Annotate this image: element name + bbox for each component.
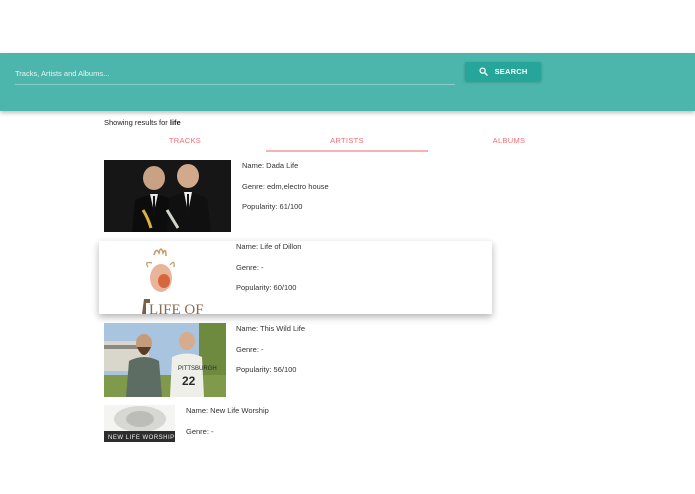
artist-info: Name: Dada Life Genre: edm,electro house… (242, 161, 329, 223)
artist-genre: Genre: - (236, 344, 264, 354)
search-button[interactable]: SEARCH (465, 62, 541, 81)
results-prefix: Showing results for (104, 118, 170, 127)
svg-text:22: 22 (182, 374, 196, 388)
artist-card[interactable]: NEW LIFE WORSHIP Name: New Life Worship … (104, 405, 504, 442)
tab-artists[interactable]: ARTISTS (266, 132, 428, 152)
artist-card[interactable]: Name: Dada Life Genre: edm,electro house… (104, 160, 504, 232)
results-summary: Showing results for life (104, 118, 181, 127)
svg-text:PITTSBURGH: PITTSBURGH (178, 366, 217, 372)
search-button-label: SEARCH (494, 67, 528, 76)
artist-image (104, 160, 231, 232)
artist-image: LIFE OF (104, 241, 227, 314)
results-tabs: TRACKS ARTISTS ALBUMS (104, 132, 590, 152)
svg-text:NEW LIFE WORSHIP: NEW LIFE WORSHIP (108, 435, 175, 441)
artist-popularity: Popularity: 56/100 (236, 365, 297, 374)
artist-image: PITTSBURGH 22 (104, 323, 226, 397)
search-icon (479, 67, 488, 76)
tab-albums[interactable]: ALBUMS (428, 132, 590, 152)
results-query: life (169, 118, 181, 127)
artist-name: Name: New Life Worship (186, 406, 269, 415)
tab-tracks[interactable]: TRACKS (104, 132, 266, 152)
artist-popularity: Popularity: 61/100 (242, 202, 303, 211)
svg-text:LIFE OF: LIFE OF (149, 302, 204, 314)
search-input[interactable] (15, 62, 455, 85)
artist-name: Name: Dada Life (242, 161, 299, 170)
artist-genre: Genre: - (236, 262, 264, 272)
artist-image: NEW LIFE WORSHIP (104, 405, 175, 442)
artist-popularity: Popularity: 60/100 (236, 283, 297, 292)
viewport-bottom (0, 442, 695, 494)
artist-name: Name: This Wild Life (236, 324, 306, 333)
artist-info: Name: New Life Worship Genre: - (186, 406, 269, 447)
artist-info: Name: This Wild Life Genre: - Popularity… (236, 324, 305, 386)
artist-name: Name: Life of Dillon (236, 242, 302, 251)
artist-card[interactable]: LIFE OF Name: Life of Dillon Genre: - Po… (99, 241, 492, 314)
tab-active-indicator (266, 150, 428, 152)
artist-genre: Genre: edm,electro house (242, 181, 329, 191)
artist-card[interactable]: PITTSBURGH 22 Name: This Wild Life Genre… (104, 323, 504, 397)
artist-info: Name: Life of Dillon Genre: - Popularity… (236, 242, 301, 304)
